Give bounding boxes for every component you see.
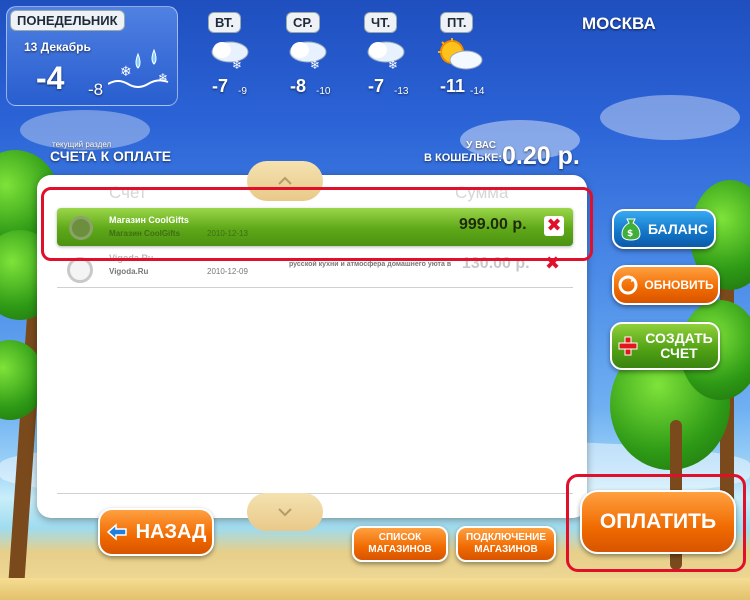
- refresh-button[interactable]: ОБНОВИТЬ: [612, 265, 720, 305]
- forecast-high: -7: [368, 76, 385, 96]
- row-date: 2010-12-09: [207, 267, 248, 276]
- connect-shops-button[interactable]: ПОДКЛЮЧЕНИЕ МАГАЗИНОВ: [456, 526, 556, 562]
- scroll-down-button[interactable]: [247, 493, 323, 531]
- forecast-low: -14: [470, 86, 485, 97]
- svg-text:❄: ❄: [232, 58, 242, 70]
- svg-text:❄: ❄: [158, 71, 168, 85]
- shops-list-label-line1: СПИСОК: [378, 532, 422, 543]
- cloud-snow-icon: ❄: [208, 38, 249, 72]
- svg-text:❄: ❄: [310, 58, 320, 70]
- forecast-low: -13: [394, 86, 409, 97]
- back-button-label: НАЗАД: [135, 520, 207, 543]
- cloud: [600, 95, 740, 140]
- cloud-snow-icon: ❄: [286, 38, 327, 72]
- sun-cloud-icon: [436, 38, 483, 70]
- wallet-amount: 0.20 р.: [502, 142, 580, 170]
- connect-shops-label-line1: ПОДКЛЮЧЕНИЕ: [465, 532, 547, 543]
- refresh-icon: [618, 275, 638, 295]
- connect-shops-label: ПОДКЛЮЧЕНИЕ МАГАЗИНОВ: [466, 532, 546, 556]
- shops-list-label-line2: МАГАЗИНОВ: [368, 544, 432, 555]
- svg-text:❄: ❄: [120, 64, 132, 80]
- forecast-high: -8: [290, 76, 307, 96]
- shops-list-label: СПИСОК МАГАЗИНОВ: [368, 532, 432, 556]
- arrow-left-icon: [106, 523, 127, 541]
- snow-rain-icon: ❄ ❄: [107, 48, 170, 88]
- create-invoice-label-line2: СЧЕТ: [660, 345, 698, 361]
- balance-button-label: БАЛАНС: [648, 221, 708, 237]
- highlight-selected-row: [41, 187, 593, 261]
- money-bag-icon: $: [621, 218, 641, 241]
- forecast-day-label: ВТ.: [208, 12, 241, 33]
- forecast-low: -10: [316, 86, 331, 97]
- today-temp-high: -4: [36, 60, 65, 96]
- wallet-label-line1: У ВАС: [466, 140, 496, 151]
- section-title: СЧЕТА К ОПЛАТЕ: [50, 148, 172, 164]
- row-subtitle: Vigoda.Ru: [109, 267, 149, 276]
- create-invoice-label-line1: СОЗДАТЬ: [645, 330, 713, 346]
- list-bottom-divider: [57, 493, 573, 494]
- svg-text:$: $: [627, 229, 633, 239]
- highlight-pay-button: [566, 474, 746, 572]
- forecast-high: -7: [212, 76, 229, 96]
- connect-shops-label-line2: МАГАЗИНОВ: [474, 544, 538, 555]
- shops-list-button[interactable]: СПИСОК МАГАЗИНОВ: [352, 526, 448, 562]
- cloud-snow-icon: ❄: [364, 38, 405, 72]
- today-temp-low: -8: [88, 80, 104, 99]
- row-description: русской кухни и атмосфера домашнего уюта…: [289, 261, 452, 268]
- sand-ground: [0, 578, 750, 600]
- forecast-low: -9: [238, 86, 247, 97]
- create-invoice-button[interactable]: СОЗДАТЬ СЧЕТ: [610, 322, 720, 370]
- forecast-high: -11: [440, 76, 466, 96]
- refresh-button-label: ОБНОВИТЬ: [644, 278, 714, 292]
- create-invoice-label: СОЗДАТЬ СЧЕТ: [645, 331, 712, 361]
- chevron-down-icon: [278, 508, 292, 517]
- back-button[interactable]: НАЗАД: [98, 508, 214, 556]
- chevron-up-icon: [278, 176, 292, 185]
- forecast-day-label: ПТ.: [440, 12, 474, 33]
- forecast-day-label: ЧТ.: [364, 12, 398, 33]
- svg-text:❄: ❄: [388, 58, 398, 70]
- wallet-label-line2: В КОШЕЛЬКЕ:: [424, 152, 502, 164]
- today-day-label: ПОНЕДЕЛЬНИК: [10, 10, 125, 31]
- balance-button[interactable]: $ БАЛАНС: [612, 209, 716, 249]
- city-label: МОСКВА: [582, 14, 656, 33]
- plus-icon: [618, 336, 638, 356]
- today-date: 13 Декабрь: [24, 40, 91, 54]
- forecast-day-label: СР.: [286, 12, 320, 33]
